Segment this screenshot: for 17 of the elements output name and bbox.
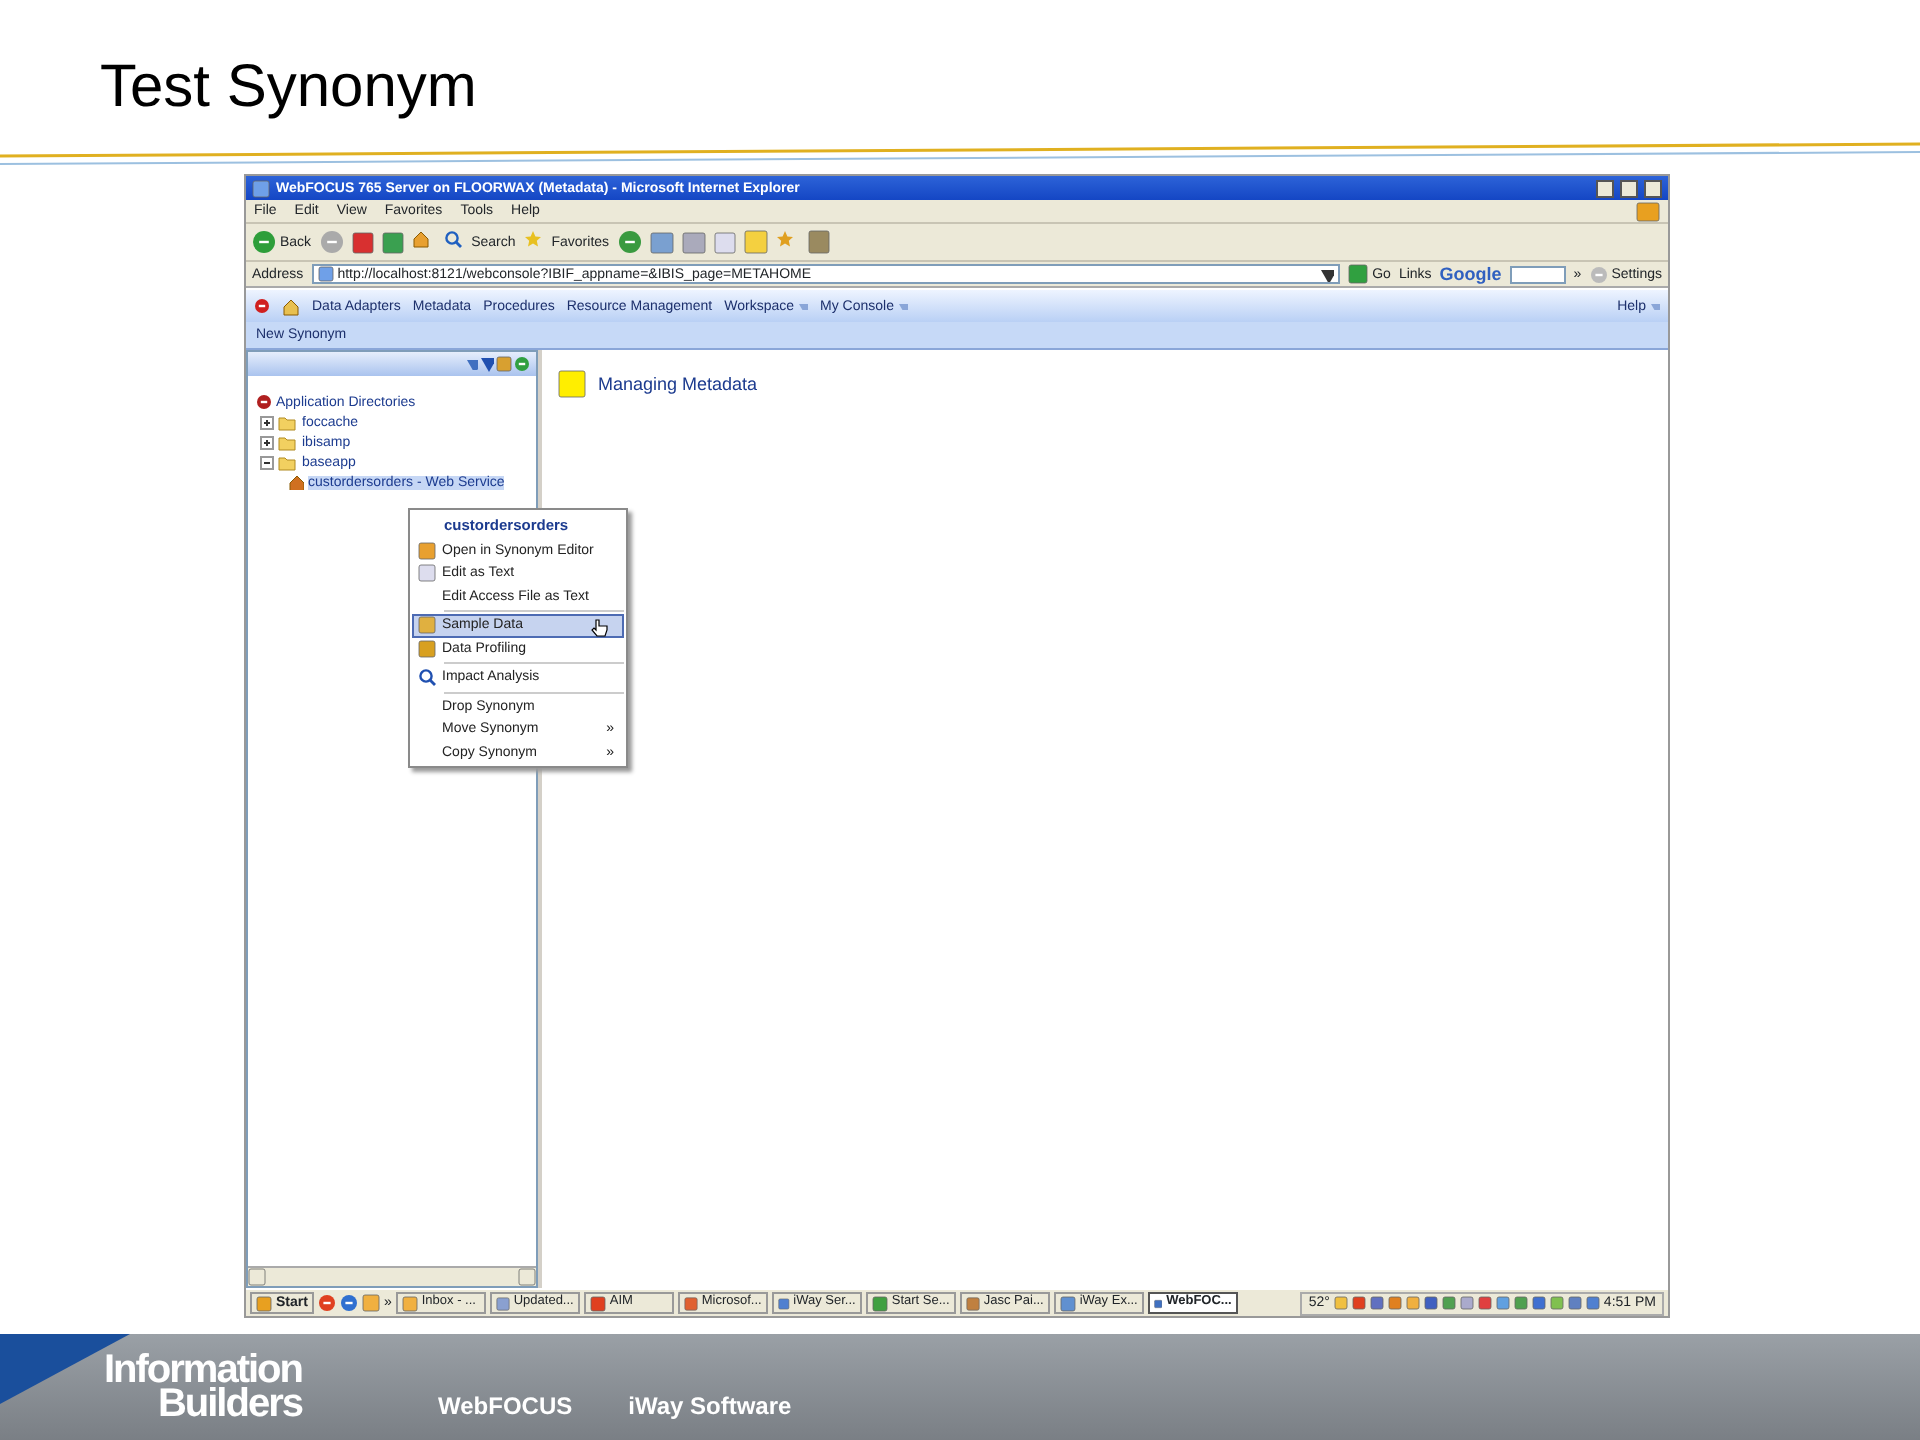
brand-logo-text: Information <box>104 1353 302 1387</box>
slide-title: Test Synonym <box>100 52 479 124</box>
google-logo: Google <box>1439 265 1502 283</box>
square-icon <box>558 370 586 398</box>
product-name: WebFOCUS <box>438 1389 573 1423</box>
dropdown-icon <box>1320 267 1335 281</box>
product-name: iWay Software <box>628 1389 792 1423</box>
home-icon[interactable] <box>282 297 300 315</box>
collapse-icon[interactable] <box>260 455 274 469</box>
expand-icon[interactable] <box>260 435 274 449</box>
filter-icon[interactable] <box>480 356 494 372</box>
hand-cursor-icon <box>590 617 610 638</box>
content-heading: Managing Metadata <box>598 375 758 393</box>
google-search-field[interactable] <box>1509 265 1566 283</box>
expand-icon[interactable] <box>260 415 274 429</box>
magnifier-icon <box>418 668 436 687</box>
brand-logo-text: Builders <box>157 1387 302 1421</box>
